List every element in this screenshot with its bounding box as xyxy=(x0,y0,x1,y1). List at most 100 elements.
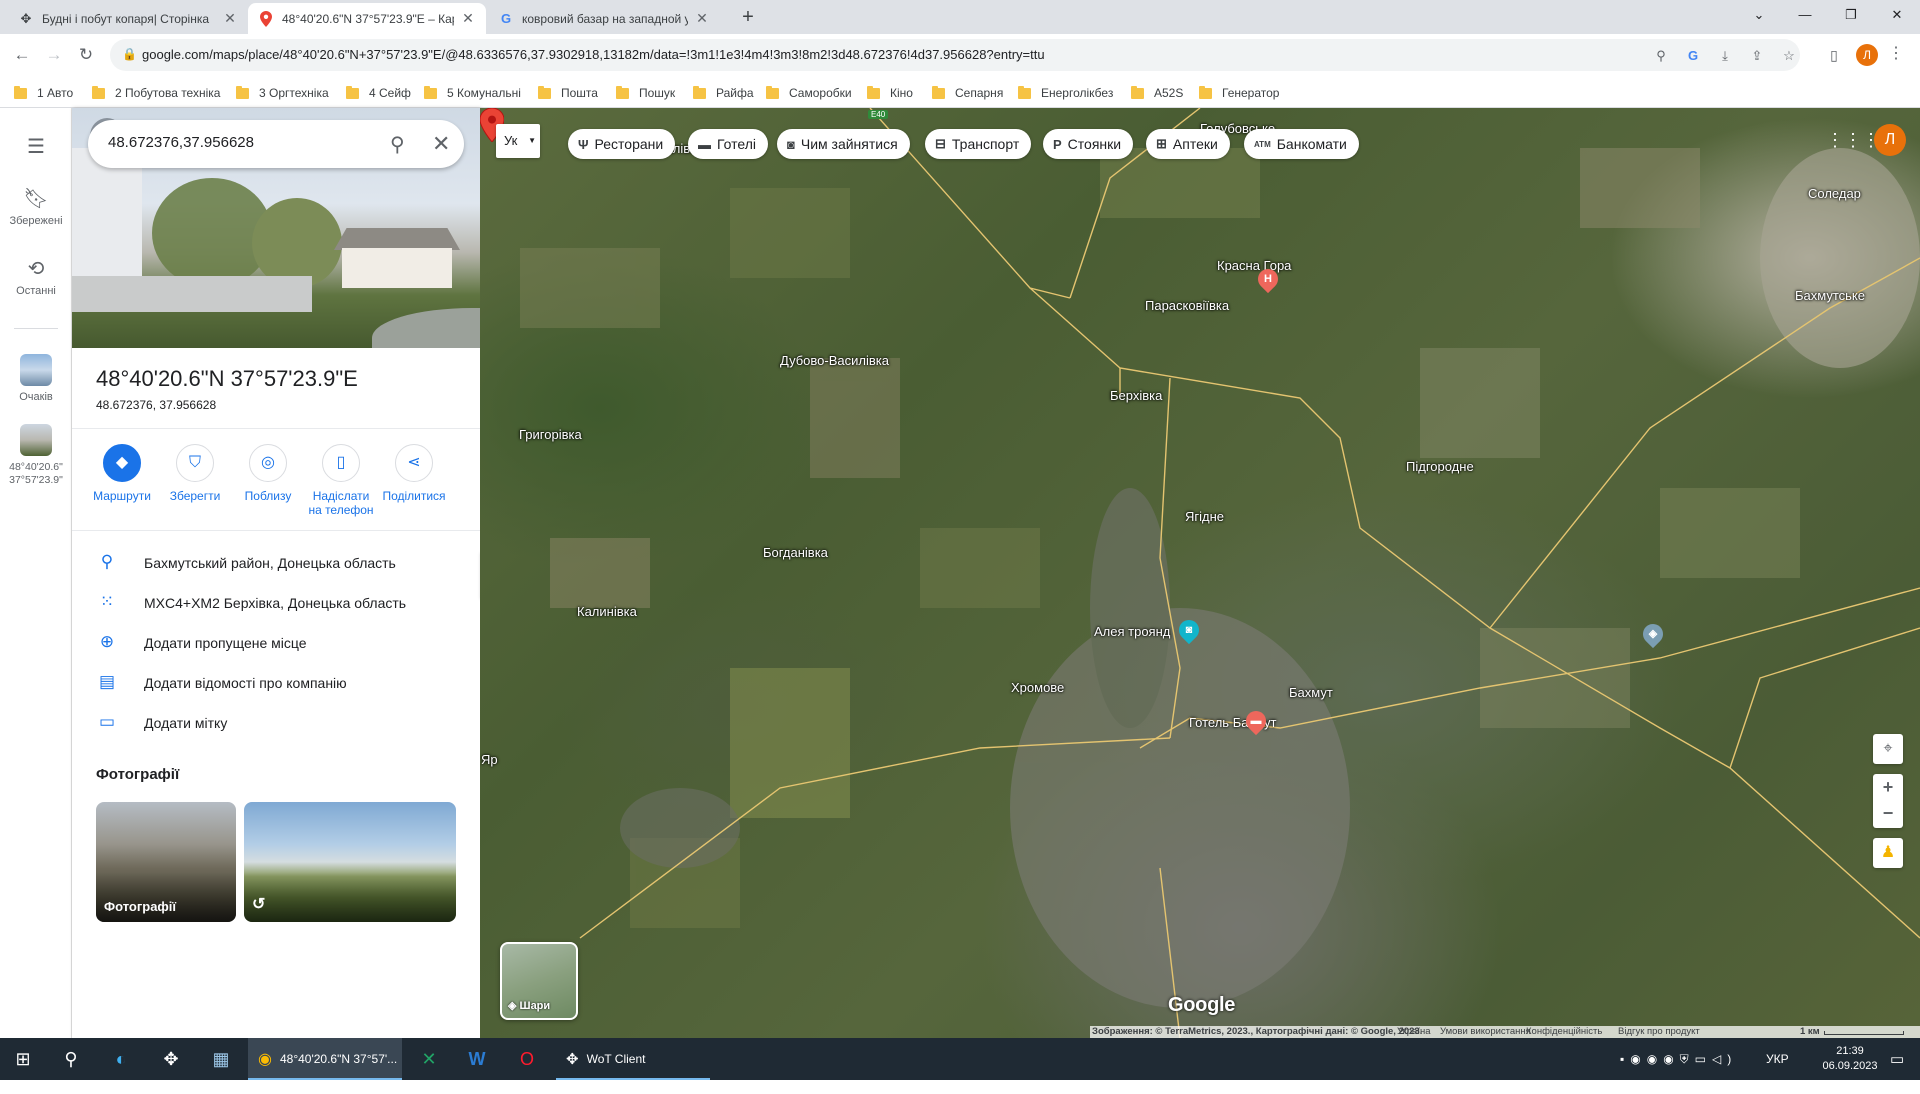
close-icon[interactable]: ✕ xyxy=(694,10,710,27)
photo-360-tile[interactable]: ↺ xyxy=(244,802,456,922)
bookmark-folder[interactable]: Генератор xyxy=(1199,84,1279,102)
close-icon[interactable]: ✕ xyxy=(432,131,450,157)
bookmark-folder[interactable]: Пошта xyxy=(538,84,598,102)
bookmark-folder[interactable]: Енерголікбез xyxy=(1018,84,1113,102)
url-text[interactable]: google.com/maps/place/48°40'20.6"N+37°57… xyxy=(142,47,1045,62)
word-icon[interactable]: W xyxy=(462,1044,492,1074)
chip-transit[interactable]: ⊟ Транспорт xyxy=(925,129,1032,159)
bookmark-folder[interactable]: 1 Авто xyxy=(14,84,73,102)
minimize-button[interactable]: — xyxy=(1782,0,1828,30)
map-language-toggle[interactable]: Ук ▼ xyxy=(496,124,540,158)
place-label[interactable]: Ягідне xyxy=(1185,509,1224,524)
system-tray-icons[interactable]: ▪◉◉◉⛨▭◁) xyxy=(1620,1052,1737,1094)
nearby-button[interactable]: ◎ Поблизу xyxy=(232,444,304,503)
place-label[interactable]: Богданівка xyxy=(763,545,828,560)
terms-link[interactable]: Умови використання xyxy=(1440,1026,1531,1038)
chip-restaurants[interactable]: Ψ Ресторани xyxy=(568,129,676,159)
place-label[interactable]: Дубово-Василівка xyxy=(780,353,889,368)
tab-google-maps[interactable]: 48°40'20.6"N 37°57'23.9"E – Карт ✕ xyxy=(248,3,486,34)
search-input[interactable] xyxy=(108,134,358,151)
share-page-icon[interactable]: ⇪ xyxy=(1748,47,1766,65)
rail-recent-place-coords[interactable]: 48°40'20.6" 37°57'23.9" xyxy=(0,424,72,487)
chip-hotels[interactable]: ▬ Готелі xyxy=(688,129,768,159)
lock-icon[interactable]: 🔒 xyxy=(122,47,137,61)
add-missing-place-link[interactable]: ⊕ Додати пропущене місце xyxy=(72,624,480,664)
search-icon[interactable]: ⚲ xyxy=(56,1044,86,1074)
bookmark-folder[interactable]: Сепарня xyxy=(932,84,1003,102)
search-icon[interactable]: ⚲ xyxy=(390,132,405,157)
chip-atms[interactable]: ATM Банкомати xyxy=(1244,129,1359,159)
place-label[interactable]: Бахмут xyxy=(1289,685,1333,700)
share-button[interactable]: ⋖ Поділитися xyxy=(378,444,450,503)
forward-arrow-icon[interactable]: → xyxy=(42,43,66,67)
tab-wot-forum[interactable]: ✥ Будні і побут копаря| Сторінка ✕ xyxy=(8,3,248,34)
bookmark-folder[interactable]: 3 Оргтехніка xyxy=(236,84,329,102)
bookmark-folder[interactable]: A52S xyxy=(1131,84,1183,102)
bookmark-folder[interactable]: Райфа xyxy=(693,84,754,102)
save-button[interactable]: ⛉ Зберегти xyxy=(159,444,231,503)
bookmark-folder[interactable]: Кіно xyxy=(867,84,913,102)
google-lens-icon[interactable]: G xyxy=(1684,47,1702,65)
place-label[interactable]: Калинівка xyxy=(577,604,637,619)
feedback-link[interactable]: Відгук про продукт xyxy=(1618,1026,1700,1038)
bookmark-folder[interactable]: Пошук xyxy=(616,84,675,102)
browser-menu-icon[interactable]: ⋮ xyxy=(1888,43,1904,63)
excel-icon[interactable]: ✕ xyxy=(414,1044,444,1074)
search-box[interactable]: ⚲ ✕ xyxy=(88,120,464,168)
satellite-map[interactable]: Оріхово-Василівка Голубовське Соледар Кр… xyxy=(480,108,1920,1038)
menu-button[interactable]: ☰ xyxy=(0,134,72,163)
close-window-button[interactable]: ✕ xyxy=(1874,0,1920,30)
taskbar-chrome-window[interactable]: ◉ 48°40'20.6"N 37°57'... xyxy=(248,1038,402,1080)
privacy-link[interactable]: Конфіденційність xyxy=(1526,1026,1602,1038)
scale-label[interactable]: 1 км xyxy=(1800,1026,1820,1038)
place-label[interactable]: Яр xyxy=(481,752,498,767)
rail-recent[interactable]: ⟲ Останні xyxy=(0,256,72,297)
chip-things-to-do[interactable]: ◙ Чим зайнятися xyxy=(777,129,910,159)
notifications-icon[interactable]: ▭ xyxy=(1890,1050,1904,1092)
place-label[interactable]: Соледар xyxy=(1808,186,1861,201)
place-label[interactable]: Бахмутське xyxy=(1795,288,1865,303)
zoom-out-button[interactable]: − xyxy=(1873,801,1903,828)
place-label[interactable]: Алея троянд xyxy=(1094,624,1170,639)
rail-saved[interactable]: 🔖︎ Збережені xyxy=(0,186,72,227)
restore-button[interactable]: ❐ xyxy=(1828,0,1874,30)
taskbar-wot-client[interactable]: ✥ WoT Client xyxy=(556,1038,710,1080)
bookmark-folder[interactable]: 4 Сейф xyxy=(346,84,411,102)
info-plus-code[interactable]: ⁙ MXC4+XM2 Берхівка, Донецька область xyxy=(72,584,480,624)
place-label[interactable]: Григорівка xyxy=(519,427,582,442)
hospital-icon[interactable]: H xyxy=(1253,264,1283,294)
new-tab-button[interactable]: + xyxy=(736,6,760,30)
address-bar[interactable]: 🔒 google.com/maps/place/48°40'20.6"N+37°… xyxy=(110,39,1800,71)
bookmark-folder[interactable]: 2 Побутова техніка xyxy=(92,84,220,102)
info-address[interactable]: ⚲ Бахмутський район, Донецька область xyxy=(72,544,480,584)
calculator-icon[interactable]: ▦ xyxy=(206,1044,236,1074)
hotel-icon[interactable]: ▬ xyxy=(1241,706,1271,736)
bookmark-star-icon[interactable]: ☆ xyxy=(1780,47,1798,65)
add-label-link[interactable]: ▭ Додати мітку xyxy=(72,704,480,744)
pegman-icon[interactable]: ♟ xyxy=(1873,838,1903,868)
place-label[interactable]: Красна Гора xyxy=(1217,258,1291,273)
my-location-icon[interactable]: ⌖ xyxy=(1873,734,1903,764)
place-label[interactable]: Берхівка xyxy=(1110,388,1162,403)
reload-icon[interactable]: ↻ xyxy=(74,43,98,67)
wot-icon[interactable]: ✥ xyxy=(156,1044,186,1074)
language-indicator[interactable]: УКР xyxy=(1766,1052,1789,1094)
send-to-phone-button[interactable]: ▯ Надіслати на телефон xyxy=(305,444,377,517)
close-icon[interactable]: ✕ xyxy=(460,10,476,27)
location-icon[interactable]: ⚲ xyxy=(1652,47,1670,65)
windows-start-icon[interactable]: ⊞ xyxy=(8,1044,38,1074)
add-business-link[interactable]: ▤ Додати відомості про компанію xyxy=(72,664,480,704)
side-panel-icon[interactable]: ▯ xyxy=(1822,43,1846,67)
chip-parking[interactable]: P Стоянки xyxy=(1043,129,1134,159)
bookmark-folder[interactable]: Саморобки xyxy=(766,84,852,102)
directions-button[interactable]: ◆ Маршрути xyxy=(86,444,158,503)
close-icon[interactable]: ✕ xyxy=(222,10,238,27)
profile-avatar[interactable]: Л xyxy=(1856,44,1878,66)
photo-tile[interactable]: Фотографії xyxy=(96,802,236,922)
tab-search-icon[interactable]: ⌄ xyxy=(1736,0,1782,30)
country-link[interactable]: Україна xyxy=(1397,1026,1431,1038)
rail-recent-place-ochakiv[interactable]: Очаків xyxy=(0,354,72,403)
place-label[interactable]: Хромове xyxy=(1011,680,1064,695)
layers-button[interactable]: ◈ Шари xyxy=(500,942,578,1020)
google-apps-icon[interactable]: ⋮⋮⋮ xyxy=(1826,126,1880,154)
